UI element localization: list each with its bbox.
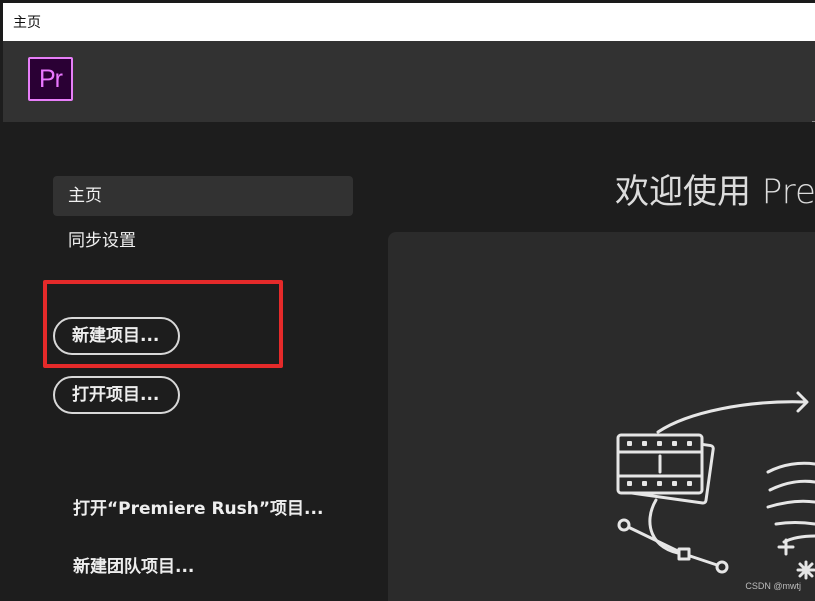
welcome-heading: 欢迎使用 Pre	[615, 172, 815, 212]
open-rush-project-link[interactable]: 打开“Premiere Rush”项目...	[73, 494, 323, 519]
sidebar-item-home[interactable]: 主页	[53, 176, 353, 216]
welcome-panel	[388, 232, 815, 601]
window-titlebar: 主页	[0, 0, 815, 41]
logo-text: Pr	[39, 64, 63, 93]
main-area: 主页 同步设置 新建项目... 打开项目... 打开“Premiere Rush…	[3, 122, 815, 601]
sidebar-item-sync-settings[interactable]: 同步设置	[53, 221, 353, 261]
watermark-text: CSDN @mwtj	[745, 581, 801, 591]
new-team-project-link[interactable]: 新建团队项目...	[73, 552, 194, 577]
new-project-button[interactable]: 新建项目...	[53, 317, 180, 355]
open-project-button[interactable]: 打开项目...	[53, 376, 180, 414]
app-header: Pr	[3, 41, 815, 141]
window-title: 主页	[13, 15, 41, 31]
welcome-illustration-icon	[616, 391, 815, 580]
premiere-pro-logo: Pr	[28, 57, 73, 101]
